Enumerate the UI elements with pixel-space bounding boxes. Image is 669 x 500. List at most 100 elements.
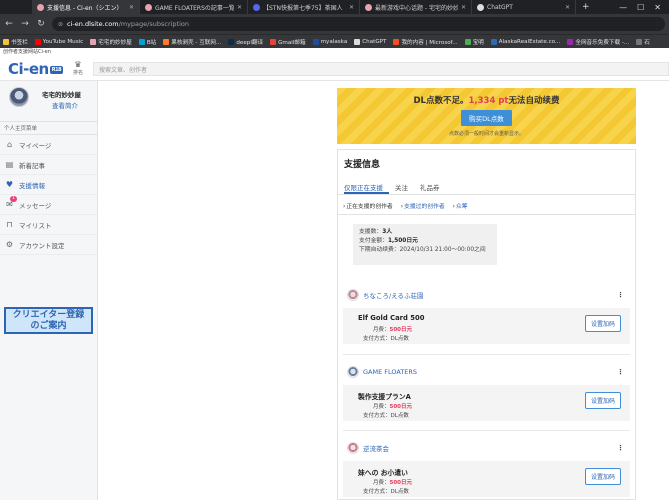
sidebar-item-mylist[interactable]: ⊓ マイリスト (0, 215, 97, 235)
bookmark-item[interactable]: B站 (138, 38, 156, 46)
subscription-item: ちなころ/えるふ荘園 ⋮ Elf Gold Card 500 月费：500日元 … (343, 286, 630, 344)
bookmark-item[interactable]: 书签栏 (3, 38, 28, 46)
bookmark-label: Gmail邮箱 (278, 39, 306, 46)
creator-name-link[interactable]: ちなころ/えるふ荘園 (363, 290, 424, 300)
site-info-icon[interactable]: ⊜ (58, 21, 63, 28)
tab-gift-coupons[interactable]: 礼品券 (420, 177, 446, 194)
set-boost-button[interactable]: 设置加码 (584, 468, 621, 485)
sidebar-item-support[interactable]: ♥ 支援情報 (0, 175, 97, 195)
bookmark-icon: ⊓ (6, 220, 13, 229)
search-input[interactable]: 搜索文章、创作者 (93, 62, 669, 76)
bookmark-item[interactable]: 宅宅的妙妙屋 (90, 38, 132, 46)
sidebar-item-label: 新着記事 (19, 161, 45, 170)
set-boost-button[interactable]: 设置加码 (584, 392, 621, 409)
summary-count: 支援数：3人 (359, 228, 491, 237)
ci-en-logo[interactable]: Ci-en R18 (8, 60, 64, 78)
tab-title: 【STN快报第七季75】茶国人 (263, 4, 343, 12)
browser-tab[interactable]: 最新游戏中心话题 - 宅宅的妙妙屋 ✕ (360, 0, 472, 14)
chevron-right-icon: › (452, 204, 455, 210)
summary-value: 3人 (382, 229, 393, 235)
new-tab-button[interactable]: + (576, 0, 596, 14)
close-icon[interactable]: ✕ (237, 4, 242, 11)
bookmark-label: 书签栏 (11, 39, 28, 46)
bookmark-item[interactable]: 全网音乐免费下载 -... (567, 38, 629, 46)
buy-points-button[interactable]: 购买DL点数 (461, 110, 512, 126)
pay-label: 支付方式： (363, 413, 391, 419)
browser-tab-active[interactable]: 支援信息 - Ci-en（シエン） ✕ (32, 0, 140, 14)
support-subnav: ›正在支援的创作者 ›支援过的创作者 ›众筹 (338, 197, 635, 215)
sidebar-item-new-articles[interactable]: ▤ 新着記事 (0, 155, 97, 175)
monthly-fee: 月费：500日元 (373, 402, 412, 410)
plan-name: 製作支援プランA (358, 393, 411, 401)
sidebar-item-account-settings[interactable]: ⚙ アカウント設定 (0, 235, 97, 255)
sidebar-item-label: マイページ (19, 141, 52, 150)
tab-following[interactable]: 关注 (395, 177, 414, 194)
minimize-icon[interactable]: — (619, 3, 627, 12)
subnav-current-creators[interactable]: ›正在支援的创作者 (343, 201, 393, 210)
subscription-item: 逆流茶会 ⋮ 妹への お小遣い 月费：500日元 支付方式：DL点数 设置加码 (343, 439, 630, 497)
close-icon[interactable]: ✕ (129, 4, 134, 11)
browser-tab[interactable]: ChatGPT ✕ (472, 0, 576, 14)
bookmark-label: YouTube Music (42, 38, 84, 45)
fee-label: 月费： (373, 480, 390, 486)
close-icon[interactable]: ✕ (349, 4, 354, 11)
creator-header: ちなころ/えるふ荘園 ⋮ (343, 286, 630, 304)
creator-name-link[interactable]: GAME FLOATERS (363, 368, 417, 376)
bookmark-item[interactable]: 宝明 (464, 38, 484, 46)
summary-total: 支付金额：1,500日元 (359, 237, 491, 246)
fee-label: 月费： (373, 327, 390, 333)
tab-title: ChatGPT (487, 3, 513, 11)
bookmark-item[interactable]: Gmail邮箱 (270, 38, 306, 46)
close-icon[interactable]: ✕ (461, 4, 466, 11)
bookmark-item[interactable]: 石 (636, 38, 650, 46)
plan-box: 製作支援プランA 月费：500日元 支付方式：DL点数 设置加码 (343, 385, 630, 421)
creator-avatar[interactable] (347, 442, 359, 454)
bookmark-item[interactable]: 果核剥壳 - 互联网... (163, 38, 221, 46)
alert-title-prefix: DL点数不足。 (413, 96, 469, 106)
creator-name-link[interactable]: 逆流茶会 (363, 443, 389, 453)
browser-tab[interactable]: GAME FLOATERSの記事一覧 - Ci-en ✕ (140, 0, 248, 14)
browser-tab[interactable]: 【STN快报第七季75】茶国人 ✕ (248, 0, 360, 14)
set-boost-button[interactable]: 设置加码 (584, 315, 621, 332)
bookmark-item[interactable]: ChatGPT (354, 38, 386, 45)
support-tabs: 仅限正在支援 关注 礼品券 (338, 177, 635, 195)
creator-avatar[interactable] (347, 289, 359, 301)
sidebar-item-mypage[interactable]: ⌂ マイページ (0, 135, 97, 155)
bookmark-item[interactable]: myalaska (312, 38, 347, 45)
summary-label: 支付金额： (359, 238, 388, 244)
more-options-icon[interactable]: ⋮ (617, 291, 624, 299)
bookmark-favicon-icon (138, 38, 145, 45)
bookmark-favicon-icon (90, 38, 97, 45)
tab-supporting-only[interactable]: 仅限正在支援 (344, 177, 389, 194)
back-arrow-icon[interactable]: ← (4, 19, 14, 29)
more-options-icon[interactable]: ⋮ (617, 444, 624, 452)
bookmark-item[interactable]: 我的内容 | Microsof... (393, 38, 458, 46)
creator-registration-banner[interactable]: クリエイター登録 のご案内 (4, 307, 93, 334)
bookmark-item[interactable]: YouTube Music (34, 38, 84, 45)
bookmark-item[interactable]: deepl翻译 (228, 38, 263, 46)
document-icon: ▤ (5, 160, 14, 169)
bookmark-favicon-icon (34, 38, 41, 45)
sidebar-item-label: マイリスト (19, 221, 52, 230)
tab-title: GAME FLOATERSの記事一覧 - Ci-en (155, 4, 234, 12)
address-bar[interactable]: ⊜ ci-en.dlsite.com/mypage/subscription (52, 17, 665, 31)
window-close-icon[interactable]: ✕ (654, 3, 661, 12)
avatar[interactable] (9, 87, 29, 107)
home-icon: ⌂ (6, 140, 13, 149)
maximize-icon[interactable]: ☐ (637, 3, 644, 12)
subnav-crowdfunding[interactable]: ›众筹 (453, 201, 468, 210)
logo-text: Ci-en (8, 60, 49, 78)
ranking-link[interactable]: ♛ 排名 (70, 60, 86, 76)
subnav-past-creators[interactable]: ›支援过的创作者 (401, 201, 445, 210)
ci-en-favicon-icon (37, 3, 44, 11)
close-icon[interactable]: ✕ (565, 4, 570, 11)
banner-line-1: クリエイター登録 (12, 310, 85, 320)
creator-avatar[interactable] (347, 366, 359, 378)
forward-arrow-icon[interactable]: → (20, 19, 30, 29)
bookmark-item[interactable]: AlaskaRealEstate.co... (490, 38, 560, 45)
view-profile-link[interactable]: 查看简介 (52, 100, 78, 110)
sidebar-item-messages[interactable]: ✉ 1 メッセージ (0, 195, 97, 215)
more-options-icon[interactable]: ⋮ (617, 368, 624, 376)
fee-value: 500日元 (389, 327, 412, 333)
reload-icon[interactable]: ↻ (36, 19, 46, 29)
